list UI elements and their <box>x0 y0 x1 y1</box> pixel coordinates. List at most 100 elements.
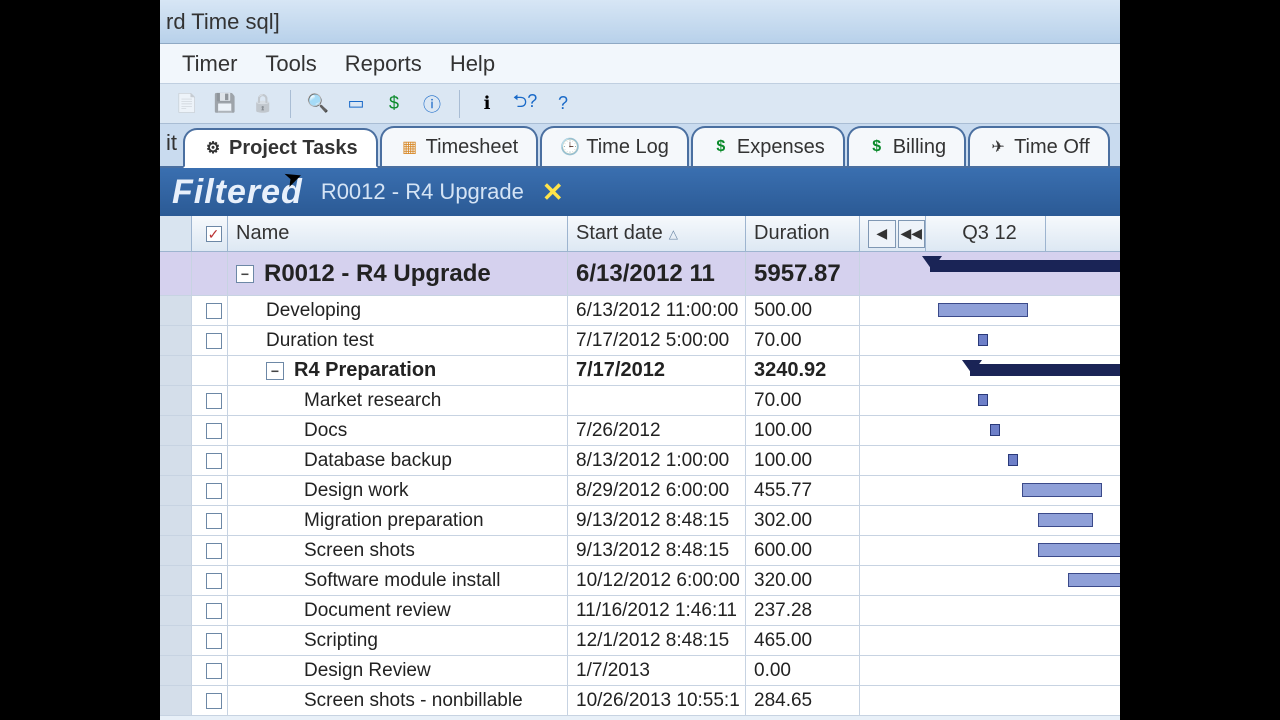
row-handle[interactable] <box>160 506 192 535</box>
task-name-cell[interactable]: Software module install <box>228 566 568 595</box>
table-row[interactable]: Design work8/29/2012 6:00:00455.77 <box>160 476 1120 506</box>
table-row[interactable]: Migration preparation9/13/2012 8:48:1530… <box>160 506 1120 536</box>
duration-cell[interactable]: 500.00 <box>746 296 860 325</box>
row-handle[interactable] <box>160 356 192 385</box>
task-name-cell[interactable]: −R0012 - R4 Upgrade <box>228 252 568 295</box>
start-date-cell[interactable]: 1/7/2013 <box>568 656 746 685</box>
start-date-cell[interactable]: 7/17/2012 5:00:00 <box>568 326 746 355</box>
gantt-bar[interactable] <box>970 364 1120 376</box>
col-name-header[interactable]: Name <box>228 216 568 251</box>
task-name-cell[interactable]: Scripting <box>228 626 568 655</box>
start-date-cell[interactable]: 6/13/2012 11 <box>568 252 746 295</box>
table-row[interactable]: Screen shots9/13/2012 8:48:15600.00 <box>160 536 1120 566</box>
duration-cell[interactable]: 0.00 <box>746 656 860 685</box>
table-row[interactable]: Screen shots - nonbillable10/26/2013 10:… <box>160 686 1120 716</box>
duration-cell[interactable]: 100.00 <box>746 446 860 475</box>
duration-cell[interactable]: 455.77 <box>746 476 860 505</box>
task-name-cell[interactable]: Database backup <box>228 446 568 475</box>
table-row[interactable]: −R0012 - R4 Upgrade6/13/2012 115957.87 <box>160 252 1120 296</box>
gantt-bar[interactable] <box>930 260 1120 272</box>
row-handle[interactable] <box>160 326 192 355</box>
row-checkbox-cell[interactable] <box>192 476 228 505</box>
menu-tools[interactable]: Tools <box>265 51 316 77</box>
start-date-cell[interactable]: 7/17/2012 <box>568 356 746 385</box>
task-name-cell[interactable]: Duration test <box>228 326 568 355</box>
search-icon[interactable]: 🔍 <box>303 89 333 119</box>
row-handle[interactable] <box>160 626 192 655</box>
money-icon[interactable]: $ <box>379 89 409 119</box>
new-icon[interactable]: 📄 <box>172 89 202 119</box>
help-icon[interactable]: ? <box>548 89 578 119</box>
start-date-cell[interactable]: 8/29/2012 6:00:00 <box>568 476 746 505</box>
table-row[interactable]: Software module install10/12/2012 6:00:0… <box>160 566 1120 596</box>
row-handle[interactable] <box>160 596 192 625</box>
gantt-bar[interactable] <box>1068 573 1120 587</box>
start-date-cell[interactable]: 7/26/2012 <box>568 416 746 445</box>
row-checkbox-cell[interactable] <box>192 596 228 625</box>
task-name-cell[interactable]: Market research <box>228 386 568 415</box>
row-checkbox-cell[interactable] <box>192 686 228 715</box>
start-date-cell[interactable]: 6/13/2012 11:00:00 <box>568 296 746 325</box>
table-row[interactable]: Design Review1/7/20130.00 <box>160 656 1120 686</box>
row-checkbox-cell[interactable] <box>192 626 228 655</box>
row-handle[interactable] <box>160 686 192 715</box>
gantt-bar[interactable] <box>1022 483 1102 497</box>
duration-cell[interactable]: 100.00 <box>746 416 860 445</box>
tab-time-off[interactable]: ✈ Time Off <box>968 126 1110 166</box>
gantt-rewind-icon[interactable]: ◀◀ <box>898 220 926 248</box>
task-name-cell[interactable]: −R4 Preparation <box>228 356 568 385</box>
row-handle[interactable] <box>160 566 192 595</box>
row-handle[interactable] <box>160 252 192 295</box>
start-date-cell[interactable]: 9/13/2012 8:48:15 <box>568 506 746 535</box>
row-checkbox-cell[interactable] <box>192 326 228 355</box>
gantt-bar[interactable] <box>978 394 988 406</box>
table-row[interactable]: Database backup8/13/2012 1:00:00100.00 <box>160 446 1120 476</box>
lock-icon[interactable]: 🔒 <box>248 89 278 119</box>
row-checkbox-cell[interactable] <box>192 536 228 565</box>
task-name-cell[interactable]: Design Review <box>228 656 568 685</box>
duration-cell[interactable]: 320.00 <box>746 566 860 595</box>
screen-icon[interactable]: ▭ <box>341 89 371 119</box>
row-checkbox-cell[interactable] <box>192 506 228 535</box>
duration-cell[interactable]: 284.65 <box>746 686 860 715</box>
row-handle[interactable] <box>160 536 192 565</box>
table-row[interactable]: Developing6/13/2012 11:00:00500.00 <box>160 296 1120 326</box>
col-quarter-header[interactable]: Q3 12 <box>926 216 1046 251</box>
gantt-bar[interactable] <box>938 303 1028 317</box>
start-date-cell[interactable]: 11/16/2012 1:46:11 <box>568 596 746 625</box>
row-checkbox-cell[interactable] <box>192 416 228 445</box>
gantt-bar[interactable] <box>1038 513 1093 527</box>
row-checkbox-cell[interactable] <box>192 566 228 595</box>
task-name-cell[interactable]: Document review <box>228 596 568 625</box>
row-checkbox-cell[interactable] <box>192 446 228 475</box>
start-date-cell[interactable]: 12/1/2012 8:48:15 <box>568 626 746 655</box>
col-duration-header[interactable]: Duration <box>746 216 860 251</box>
task-name-cell[interactable]: Migration preparation <box>228 506 568 535</box>
duration-cell[interactable]: 3240.92 <box>746 356 860 385</box>
duration-cell[interactable]: 5957.87 <box>746 252 860 295</box>
save-icon[interactable]: 💾 <box>210 89 240 119</box>
tab-time-log[interactable]: 🕒 Time Log <box>540 126 689 166</box>
start-date-cell[interactable]: 10/12/2012 6:00:00 <box>568 566 746 595</box>
row-checkbox-cell[interactable] <box>192 656 228 685</box>
row-handle[interactable] <box>160 386 192 415</box>
menu-reports[interactable]: Reports <box>345 51 422 77</box>
table-row[interactable]: Docs7/26/2012100.00 <box>160 416 1120 446</box>
menu-help[interactable]: Help <box>450 51 495 77</box>
tab-timesheet[interactable]: ▦ Timesheet <box>380 126 539 166</box>
gantt-prev-icon[interactable]: ◀ <box>868 220 896 248</box>
task-name-cell[interactable]: Screen shots <box>228 536 568 565</box>
tab-billing[interactable]: $ Billing <box>847 126 966 166</box>
gantt-bar[interactable] <box>1038 543 1120 557</box>
row-handle[interactable] <box>160 476 192 505</box>
row-handle[interactable] <box>160 416 192 445</box>
start-date-cell[interactable]: 9/13/2012 8:48:15 <box>568 536 746 565</box>
info-blue-icon[interactable]: ⓘ <box>417 89 447 119</box>
tab-expenses[interactable]: $ Expenses <box>691 126 845 166</box>
task-name-cell[interactable]: Screen shots - nonbillable <box>228 686 568 715</box>
duration-cell[interactable]: 600.00 <box>746 536 860 565</box>
table-row[interactable]: Scripting12/1/2012 8:48:15465.00 <box>160 626 1120 656</box>
col-start-header[interactable]: Start date△ <box>568 216 746 251</box>
table-row[interactable]: Duration test7/17/2012 5:00:0070.00 <box>160 326 1120 356</box>
tab-project-tasks[interactable]: ⚙ Project Tasks <box>183 128 378 168</box>
